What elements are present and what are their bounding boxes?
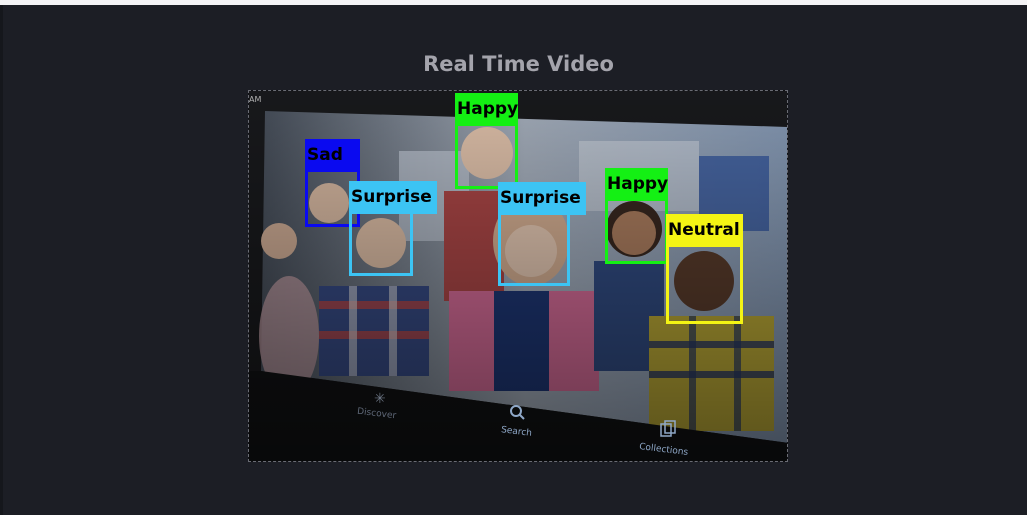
detection-label-neutral: Neutral xyxy=(666,214,743,247)
detection-label-sad: Sad xyxy=(305,139,360,172)
svg-text:✳: ✳ xyxy=(374,391,386,407)
detection-label-happy-2: Happy xyxy=(605,168,668,201)
page-title: Real Time Video xyxy=(423,52,614,76)
left-edge xyxy=(0,5,3,515)
detection-label-happy-1: Happy xyxy=(455,93,518,126)
top-bar xyxy=(0,0,1027,5)
detection-label-surprise-2: Surprise xyxy=(498,182,586,215)
video-frame[interactable]: ✳ AM Discover Search Collections Sad Sur… xyxy=(248,90,788,462)
detection-label-surprise-1: Surprise xyxy=(349,181,437,214)
status-bar-text: AM xyxy=(249,95,262,104)
